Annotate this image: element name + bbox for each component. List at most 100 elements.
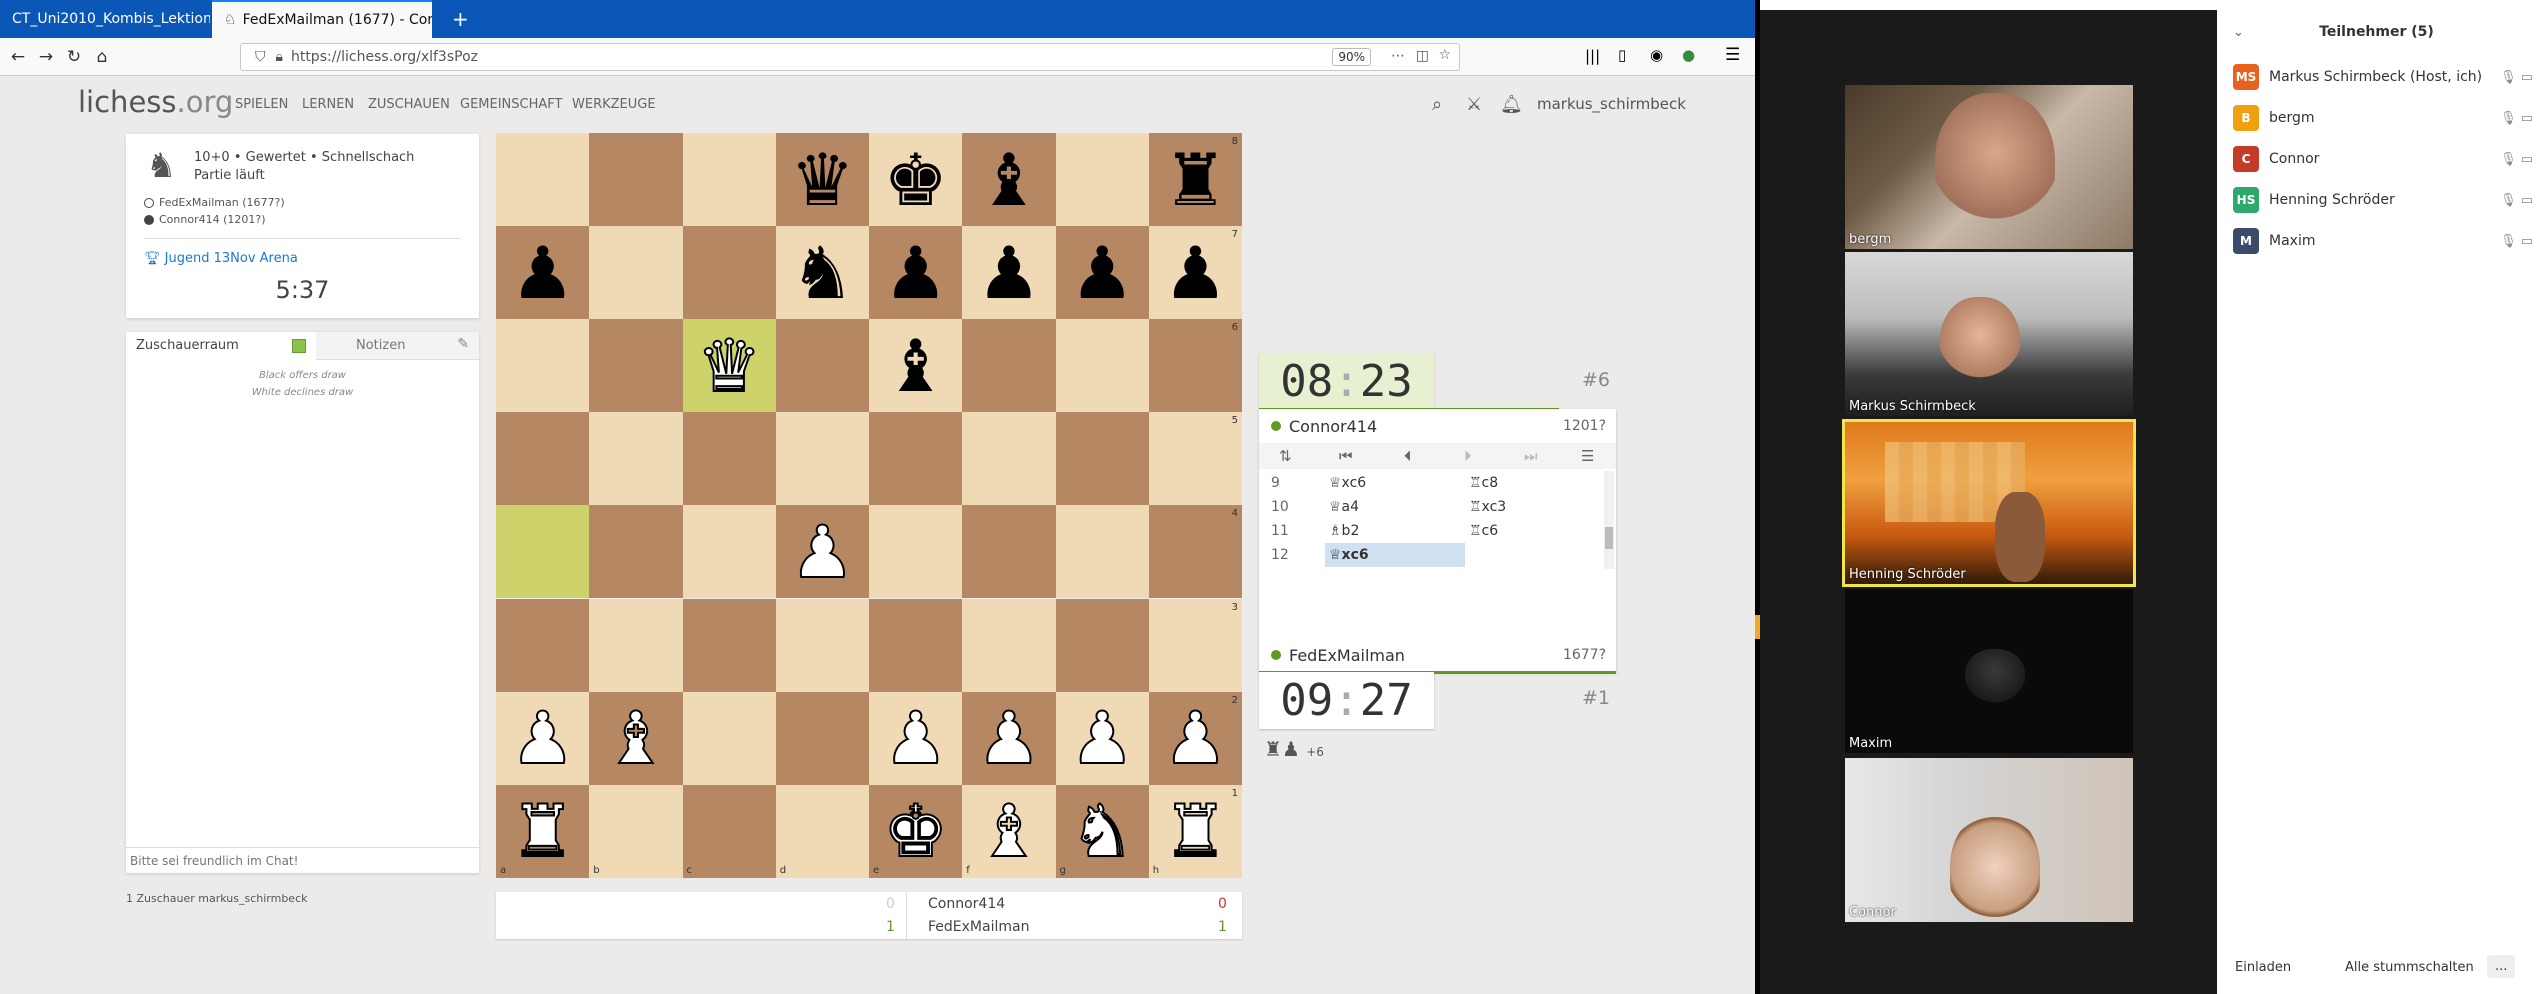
black-bishop-icon[interactable]: ♝ [977, 144, 1042, 216]
chat-input[interactable] [126, 847, 479, 873]
square-a7[interactable]: ♟ [496, 226, 590, 320]
next-move-icon[interactable]: ⏵ [1464, 447, 1472, 465]
square-b7[interactable] [589, 226, 683, 320]
last-move-icon[interactable]: ⏭ [1524, 447, 1538, 465]
extension-icon[interactable]: ● [1682, 46, 1695, 64]
pencil-icon[interactable]: ✎ [457, 336, 469, 352]
square-e6[interactable]: ♝ [869, 319, 963, 413]
square-b1[interactable]: b [589, 784, 683, 878]
mic-camera-icons[interactable]: 🎙︎ ▭ [2500, 152, 2533, 167]
white-pawn-icon[interactable]: ♟ [509, 701, 576, 775]
square-c1[interactable]: c [682, 784, 776, 878]
square-d5[interactable] [775, 412, 869, 506]
square-a1[interactable]: ♜ a [496, 784, 590, 878]
more-icon[interactable]: ⋯ [1391, 48, 1405, 64]
hamburger-icon[interactable]: ☰ [1581, 447, 1594, 465]
square-c6[interactable]: ♛ [682, 319, 776, 413]
white-pawn-icon[interactable]: ♟ [1069, 701, 1136, 775]
square-c5[interactable] [682, 412, 776, 506]
white-move[interactable]: ♕xc6 [1325, 471, 1465, 495]
black-move[interactable] [1465, 543, 1605, 567]
square-f6[interactable] [962, 319, 1056, 413]
video-tile-bergm[interactable]: bergm [1845, 85, 2133, 249]
square-h2[interactable]: ♟ 2 [1148, 691, 1242, 785]
zoom-indicator[interactable]: 90% [1332, 48, 1371, 66]
square-c2[interactable] [682, 691, 776, 785]
player-top[interactable]: Connor414 1201? [1259, 411, 1616, 441]
bookmark-star-icon[interactable]: ☆ [1438, 47, 1451, 63]
square-e4[interactable] [869, 505, 963, 599]
square-g2[interactable]: ♟ [1055, 691, 1149, 785]
tab-notizen[interactable]: Notizen [356, 338, 405, 353]
scrollbar-thumb[interactable] [1605, 527, 1613, 549]
video-tile-maxim[interactable]: Maxim [1845, 589, 2133, 753]
square-c4[interactable] [682, 505, 776, 599]
mic-camera-icons[interactable]: 🎙︎ ▭ [2500, 111, 2533, 126]
participant-row[interactable]: HS Henning Schröder 🎙︎ ▭ [2233, 185, 2533, 215]
tournament-link[interactable]: 🏆︎ Jugend 13Nov Arena [144, 251, 298, 266]
square-h8[interactable]: ♜ 8 [1148, 133, 1242, 227]
back-icon[interactable]: ← [4, 47, 32, 67]
chat-toggle[interactable] [292, 339, 306, 353]
nav-spielen[interactable]: SPIELEN [235, 97, 288, 112]
score-player[interactable]: FedExMailman [928, 919, 1029, 935]
square-f4[interactable] [962, 505, 1056, 599]
tab-zuschauerraum[interactable]: Zuschauerraum [126, 332, 316, 360]
white-king-icon[interactable]: ♚ [882, 794, 949, 868]
square-a2[interactable]: ♟ [496, 691, 590, 785]
black-pawn-icon[interactable]: ♟ [977, 237, 1042, 309]
square-c8[interactable] [682, 133, 776, 227]
black-move[interactable]: ♖xc3 [1465, 495, 1605, 519]
white-move[interactable]: ♗b2 [1325, 519, 1465, 543]
square-g8[interactable] [1055, 133, 1149, 227]
white-player-row[interactable]: FedExMailman (1677?) [144, 196, 285, 209]
mic-camera-icons[interactable]: 🎙︎ ▭ [2500, 234, 2533, 249]
square-b6[interactable] [589, 319, 683, 413]
black-pawn-icon[interactable]: ♟ [510, 237, 575, 309]
white-pawn-icon[interactable]: ♟ [789, 515, 856, 589]
account-icon[interactable]: ◉ [1650, 46, 1663, 64]
white-pawn-icon[interactable]: ♟ [1162, 701, 1229, 775]
flip-board-icon[interactable]: ⇅ [1279, 447, 1292, 465]
crossed-swords-icon[interactable]: ⚔ [1466, 94, 1482, 115]
square-d8[interactable]: ♛ [775, 133, 869, 227]
library-icon[interactable]: ||| [1585, 47, 1600, 65]
black-knight-icon[interactable]: ♞ [790, 237, 855, 309]
square-b8[interactable] [589, 133, 683, 227]
black-rook-icon[interactable]: ♜ [1163, 144, 1228, 216]
bell-icon[interactable]: 🔔︎ [1500, 94, 1523, 115]
square-g7[interactable]: ♟ [1055, 226, 1149, 320]
mute-all-button[interactable]: Alle stummschalten [2335, 956, 2484, 979]
white-bishop-icon[interactable]: ♝ [976, 794, 1043, 868]
white-pawn-icon[interactable]: ♟ [882, 701, 949, 775]
new-tab-button[interactable]: + [440, 0, 476, 38]
white-pawn-icon[interactable]: ♟ [976, 701, 1043, 775]
square-e5[interactable] [869, 412, 963, 506]
video-tile-henning-active-speaker[interactable]: Henning Schröder [1842, 419, 2136, 587]
square-f1[interactable]: ♝ f [962, 784, 1056, 878]
square-h1[interactable]: ♜ h 1 [1148, 784, 1242, 878]
square-d6[interactable] [775, 319, 869, 413]
square-f3[interactable] [962, 598, 1056, 692]
nav-zuschauen[interactable]: ZUSCHAUEN [368, 97, 450, 112]
square-d1[interactable]: d [775, 784, 869, 878]
square-h4[interactable]: 4 [1148, 505, 1242, 599]
square-g6[interactable] [1055, 319, 1149, 413]
square-d7[interactable]: ♞ [775, 226, 869, 320]
forward-icon[interactable]: → [32, 47, 60, 67]
participant-row[interactable]: C Connor 🎙︎ ▭ [2233, 144, 2533, 174]
square-c7[interactable] [682, 226, 776, 320]
square-a6[interactable] [496, 319, 590, 413]
mic-camera-icons[interactable]: 🎙︎ ▭ [2500, 193, 2533, 208]
black-queen-icon[interactable]: ♛ [790, 144, 855, 216]
black-move[interactable]: ♖c6 [1465, 519, 1605, 543]
square-f5[interactable] [962, 412, 1056, 506]
square-b2[interactable]: ♝ [589, 691, 683, 785]
white-knight-icon[interactable]: ♞ [1069, 794, 1136, 868]
square-g4[interactable] [1055, 505, 1149, 599]
square-e2[interactable]: ♟ [869, 691, 963, 785]
square-h3[interactable]: 3 [1148, 598, 1242, 692]
participant-row[interactable]: MS Markus Schirmbeck (Host, ich) 🎙︎ ▭ [2233, 62, 2533, 92]
square-c3[interactable] [682, 598, 776, 692]
participant-row[interactable]: Bbergm 🎙︎ ▭ [2233, 103, 2533, 133]
